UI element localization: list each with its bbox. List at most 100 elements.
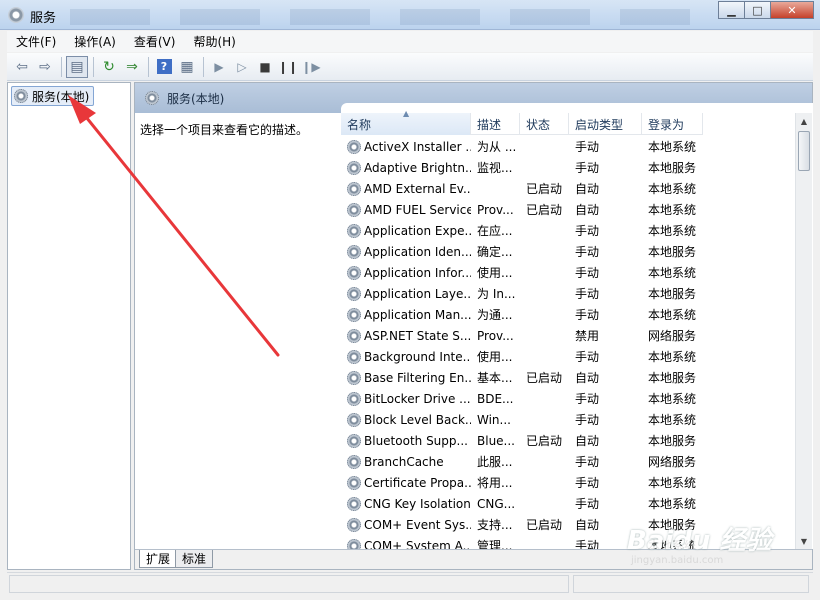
service-gear-icon [347, 412, 361, 427]
maximize-button[interactable]: □ [744, 1, 770, 19]
service-name-cell: CNG Key Isolation [341, 496, 471, 511]
service-row[interactable]: Base Filtering En... 基本... 已启动 自动 本地服务 [341, 367, 797, 388]
tree-node-services-local[interactable]: 服务(本地) [11, 86, 95, 106]
column-header-description[interactable]: 描述 [471, 113, 520, 135]
scroll-down-icon[interactable]: ▼ [796, 533, 812, 549]
start-service-icon[interactable]: ▶ [208, 56, 230, 78]
service-row[interactable]: Application Man... 为通... 手动 本地系统 [341, 304, 797, 325]
column-headers: ▲ 名称 描述 状态 启动类型 登录为 [341, 109, 703, 135]
tab-extended[interactable]: 扩展 [139, 550, 178, 568]
service-gear-icon [347, 475, 361, 490]
service-name-cell: Bluetooth Supp... [341, 433, 471, 448]
service-name-cell: Application Infor... [341, 265, 471, 280]
service-gear-icon [347, 391, 361, 406]
scroll-up-icon[interactable]: ▲ [796, 113, 812, 129]
scrollbar-thumb[interactable] [798, 131, 810, 171]
menu-file[interactable]: 文件(F) [7, 33, 65, 50]
service-gear-icon [347, 139, 361, 154]
export-list-icon[interactable]: ⇒ [121, 56, 143, 78]
start-service-alt-icon[interactable]: ▷ [231, 56, 253, 78]
service-startup-type-cell: 手动 [575, 266, 600, 280]
tab-standard[interactable]: 标准 [175, 550, 214, 568]
close-button[interactable]: ✕ [770, 1, 814, 19]
column-header-startup-type[interactable]: 启动类型 [569, 113, 642, 135]
service-row[interactable]: Certificate Propa... 将用... 手动 本地系统 [341, 472, 797, 493]
service-startup-type-cell: 手动 [575, 224, 600, 238]
toolbar: ⇦ ⇨ ▤ ↻ ⇒ ? ▦ ▶ ▷ ■ ❙❙ ❙▶ [7, 53, 813, 81]
service-name: COM+ System A... [364, 538, 471, 550]
service-status-cell: 已启动 [526, 434, 563, 448]
service-startup-type-cell: 自动 [575, 182, 600, 196]
service-row[interactable]: Background Inte... 使用... 手动 本地系统 [341, 346, 797, 367]
service-name-cell: Application Iden... [341, 244, 471, 259]
service-row[interactable]: AMD External Ev... 已启动 自动 本地系统 [341, 178, 797, 199]
service-row[interactable]: Application Iden... 确定... 手动 本地服务 [341, 241, 797, 262]
service-name-cell: Application Man... [341, 307, 471, 322]
help-icon-button[interactable]: ? [153, 56, 175, 78]
pause-service-icon[interactable]: ❙❙ [277, 56, 299, 78]
service-logon-cell: 本地服务 [648, 371, 697, 385]
menu-help[interactable]: 帮助(H) [184, 33, 244, 50]
service-gear-icon [347, 433, 361, 448]
service-logon-cell: 网络服务 [648, 329, 697, 343]
service-row[interactable]: AMD FUEL Service Prov... 已启动 自动 本地系统 [341, 199, 797, 220]
properties-icon[interactable]: ▦ [176, 56, 198, 78]
refresh-icon[interactable]: ↻ [98, 56, 120, 78]
menu-action[interactable]: 操作(A) [65, 33, 125, 50]
service-startup-type-cell: 手动 [575, 413, 600, 427]
service-gear-icon [347, 517, 361, 532]
service-description-cell: 为从 ... [477, 140, 517, 154]
service-gear-icon [347, 307, 361, 322]
service-row[interactable]: ASP.NET State S... Prov... 禁用 网络服务 [341, 325, 797, 346]
tree-node-label: 服务(本地) [32, 89, 90, 104]
service-row[interactable]: Application Infor... 使用... 手动 本地系统 [341, 262, 797, 283]
toolbar-separator [203, 56, 204, 77]
service-row[interactable]: Bluetooth Supp... Blue... 已启动 自动 本地服务 [341, 430, 797, 451]
service-name: Block Level Back... [364, 412, 471, 427]
service-row[interactable]: Adaptive Brightn... 监视... 手动 本地服务 [341, 157, 797, 178]
service-logon-cell: 本地系统 [648, 224, 697, 238]
service-name-cell: Base Filtering En... [341, 370, 471, 385]
column-header-label: 名称 [347, 117, 372, 132]
service-startup-type-cell: 手动 [575, 476, 600, 490]
service-name-cell: AMD External Ev... [341, 181, 471, 196]
minimize-button[interactable]: ▁ [718, 1, 744, 19]
service-name: Application Infor... [364, 265, 471, 280]
column-header-name[interactable]: ▲ 名称 [341, 109, 471, 135]
service-row[interactable]: CNG Key Isolation CNG... 手动 本地系统 [341, 493, 797, 514]
restart-service-icon[interactable]: ❙▶ [300, 56, 322, 78]
column-header-status[interactable]: 状态 [520, 113, 569, 135]
column-header-logon-as[interactable]: 登录为 [642, 113, 703, 135]
service-name-cell: Adaptive Brightn... [341, 160, 471, 175]
service-gear-icon [347, 496, 361, 511]
service-description-cell: BDE... [477, 391, 514, 406]
forward-arrow-icon[interactable]: ⇨ [34, 56, 56, 78]
show-hide-tree-icon[interactable]: ▤ [66, 55, 88, 78]
stop-service-icon[interactable]: ■ [254, 56, 276, 78]
service-name-cell: ASP.NET State S... [341, 328, 471, 343]
service-description-cell: 使用... [477, 266, 513, 280]
service-name-cell: Block Level Back... [341, 412, 471, 427]
service-logon-cell: 本地系统 [648, 182, 697, 196]
service-row[interactable]: Application Laye... 为 In... 手动 本地服务 [341, 283, 797, 304]
service-name: Application Iden... [364, 244, 471, 259]
service-description-cell: Prov... [477, 202, 514, 217]
service-name-cell: ActiveX Installer ... [341, 139, 471, 154]
service-name-cell: Application Laye... [341, 286, 471, 301]
back-arrow-icon[interactable]: ⇦ [11, 56, 33, 78]
service-name: Adaptive Brightn... [364, 160, 471, 175]
service-logon-cell: 本地服务 [648, 245, 697, 259]
service-row[interactable]: BranchCache 此服... 手动 网络服务 [341, 451, 797, 472]
vertical-scrollbar[interactable]: ▲ ▼ [795, 113, 812, 549]
service-row[interactable]: ActiveX Installer ... 为从 ... 手动 本地系统 [341, 136, 797, 157]
menu-view[interactable]: 查看(V) [125, 33, 185, 50]
service-logon-cell: 本地系统 [648, 476, 697, 490]
service-status-cell: 已启动 [526, 518, 563, 532]
service-logon-cell: 本地系统 [648, 392, 697, 406]
service-row[interactable]: Block Level Back... Win... 手动 本地系统 [341, 409, 797, 430]
service-description-cell: 为通... [477, 308, 513, 322]
service-row[interactable]: Application Expe... 在应... 手动 本地系统 [341, 220, 797, 241]
service-status-cell: 已启动 [526, 182, 563, 196]
service-row[interactable]: BitLocker Drive ... BDE... 手动 本地系统 [341, 388, 797, 409]
menu-bar: 文件(F) 操作(A) 查看(V) 帮助(H) [7, 31, 813, 52]
